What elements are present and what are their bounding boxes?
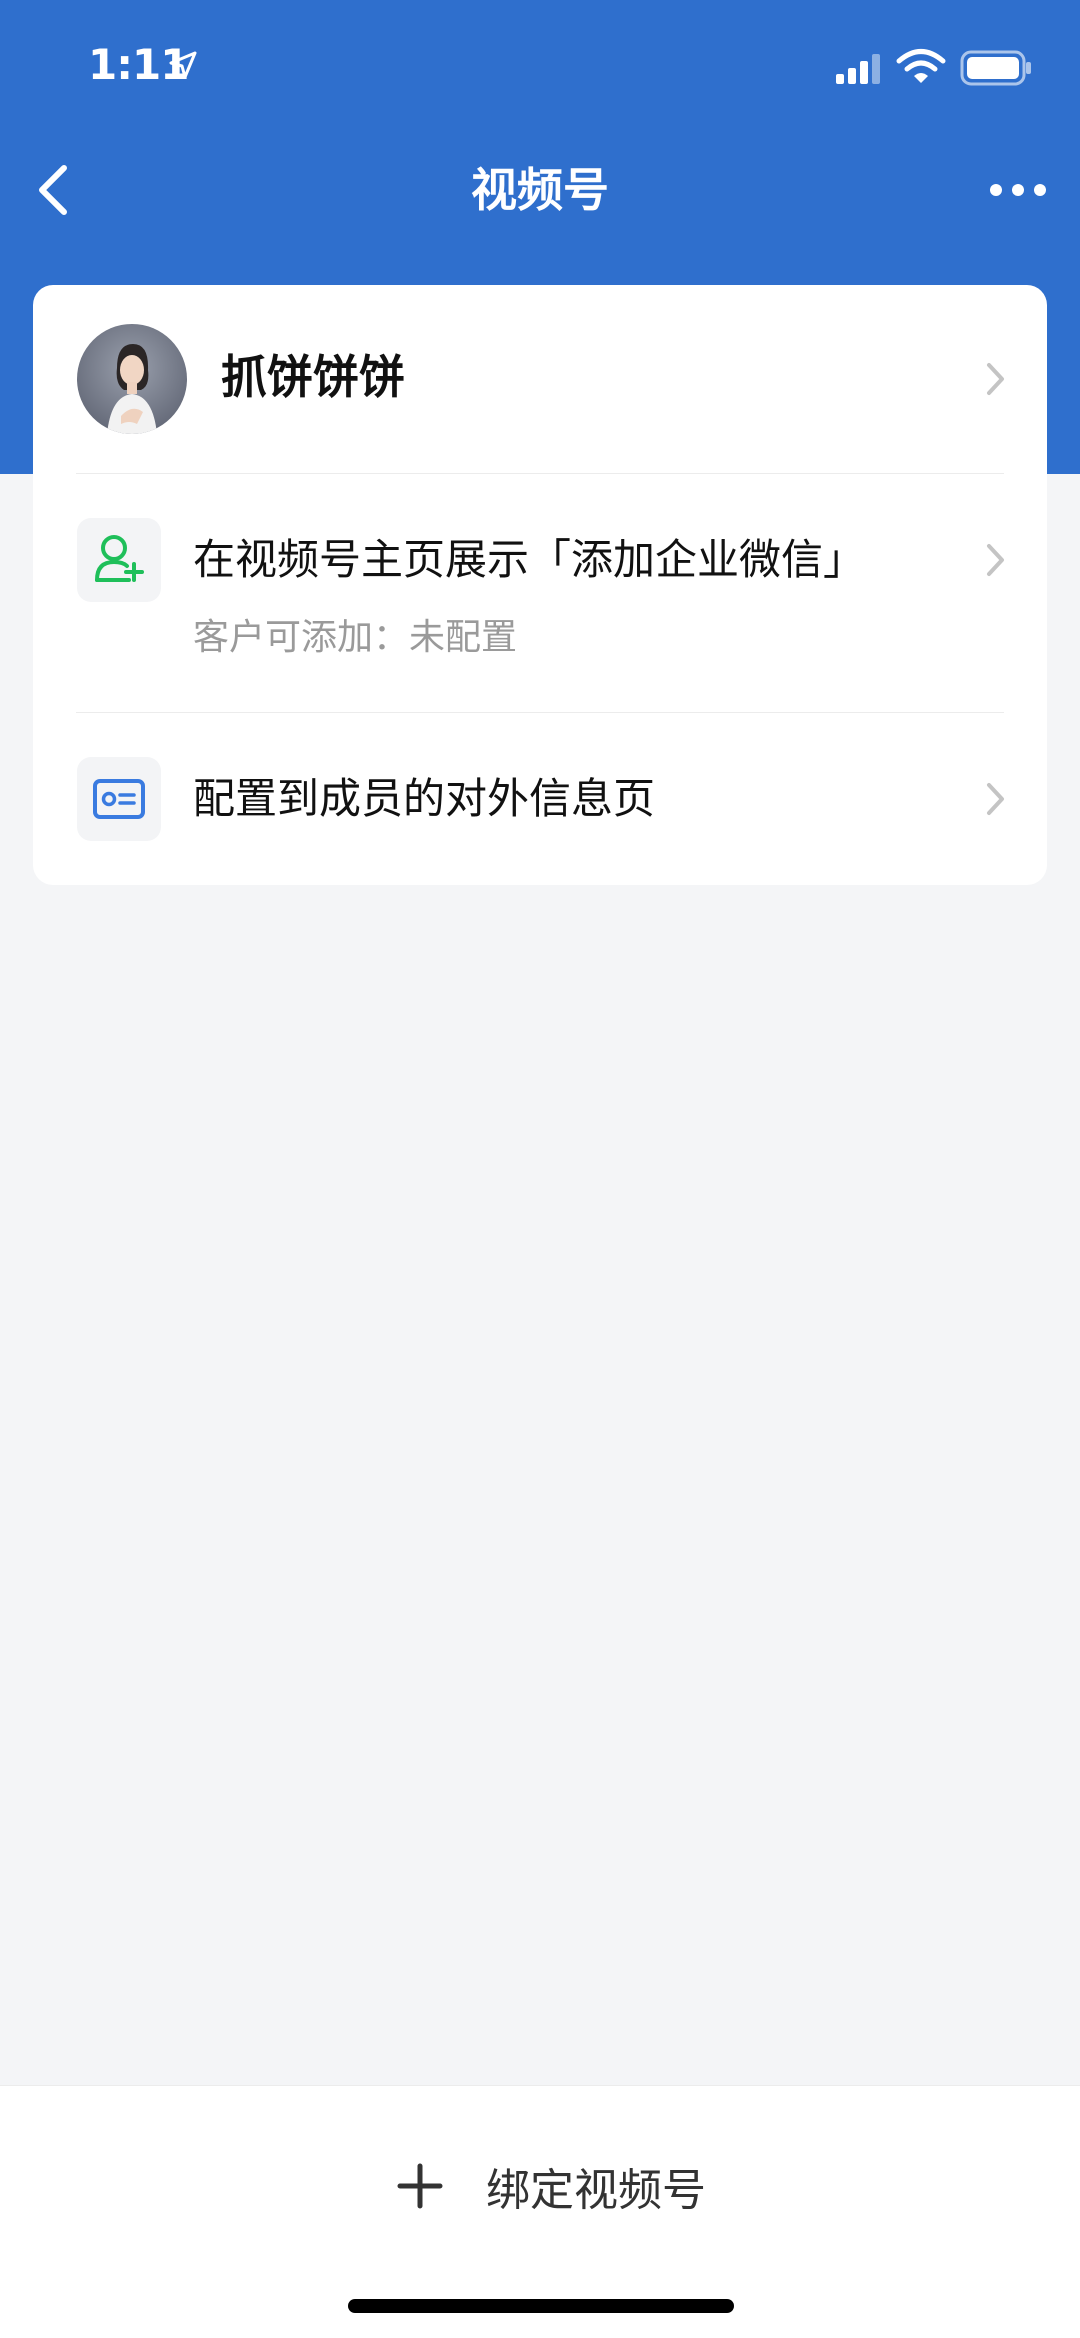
more-icon[interactable] bbox=[988, 172, 1048, 208]
chevron-right-icon bbox=[987, 783, 1004, 815]
add-contact-tile bbox=[77, 518, 161, 602]
profile-name: 抓饼饼饼 bbox=[221, 350, 405, 404]
id-card-tile bbox=[77, 757, 161, 841]
item-label: 在视频号主页展示「添加企业微信」 bbox=[193, 535, 866, 584]
plus-icon bbox=[397, 2163, 443, 2209]
id-card-icon bbox=[93, 779, 145, 819]
list-item-show-add-wecom[interactable]: 在视频号主页展示「添加企业微信」 客户可添加：未配置 bbox=[33, 474, 1047, 712]
location-arrow-icon bbox=[169, 51, 197, 79]
list-item-member-profile[interactable]: 配置到成员的对外信息页 bbox=[33, 713, 1047, 885]
add-contact-icon bbox=[95, 535, 144, 582]
item-label: 配置到成员的对外信息页 bbox=[193, 774, 656, 823]
page-title: 视频号 bbox=[471, 163, 609, 217]
settings-card: 抓饼饼饼 在视频号主页展示「添加企业微信」 客户可添加：未配置 配置到成员的对外… bbox=[33, 285, 1047, 885]
chevron-right-icon bbox=[987, 363, 1004, 395]
profile-row[interactable]: 抓饼饼饼 bbox=[33, 285, 1047, 473]
bind-channel-button[interactable]: 绑定视频号 bbox=[390, 2146, 710, 2226]
home-indicator bbox=[348, 2299, 734, 2313]
bind-channel-label: 绑定视频号 bbox=[486, 2165, 706, 2216]
wifi-icon bbox=[896, 49, 946, 83]
chevron-right-icon bbox=[987, 544, 1004, 576]
item-status: 客户可添加：未配置 bbox=[193, 617, 518, 658]
avatar bbox=[77, 324, 187, 434]
battery-icon bbox=[960, 50, 1031, 86]
cellular-signal-icon bbox=[836, 54, 880, 84]
